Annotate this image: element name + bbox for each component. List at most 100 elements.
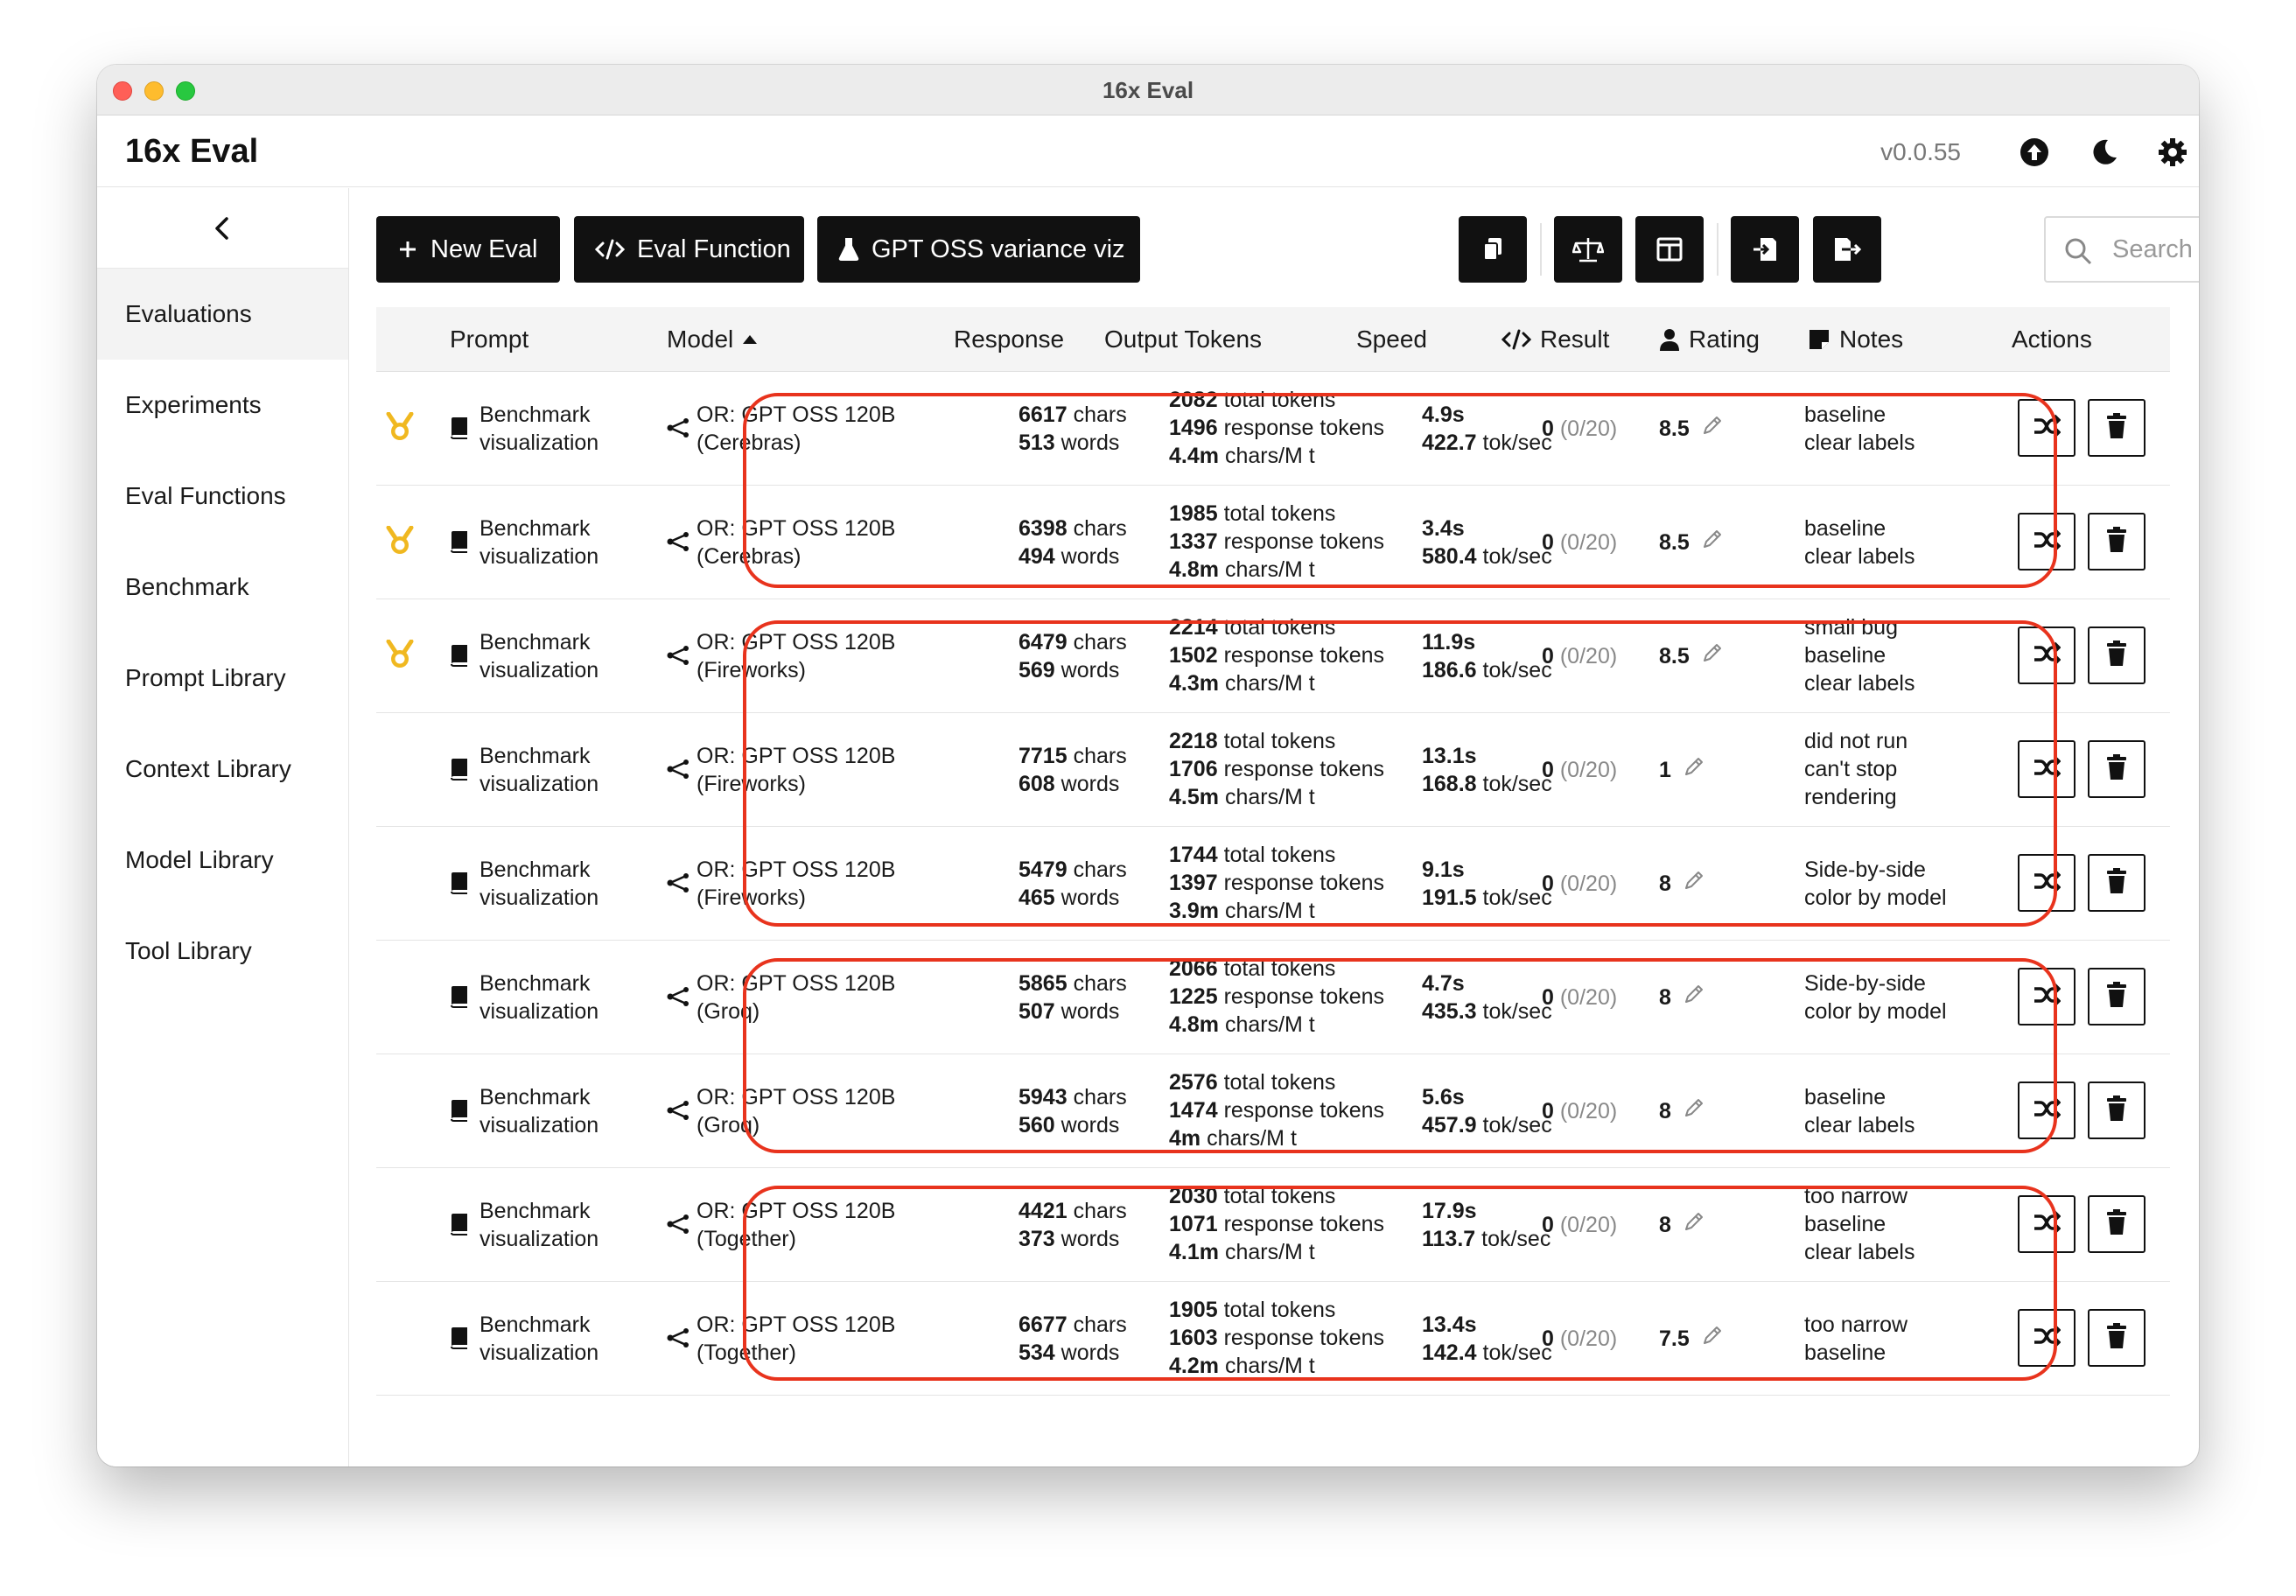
model-cell[interactable]: OR: GPT OSS 120B (Cerebras) [696,401,895,457]
pencil-icon[interactable] [1684,1097,1704,1125]
shuffle-button[interactable] [2018,626,2076,684]
header-actions-label: Actions [2012,326,2092,353]
delete-button[interactable] [2088,740,2146,798]
shuffle-button[interactable] [2018,513,2076,570]
notes-cell[interactable]: Side-by-side color by model [1804,970,1947,1026]
delete-button[interactable] [2088,399,2146,457]
header-rating[interactable]: Rating [1659,307,1760,372]
sidebar-item-evaluations[interactable]: Evaluations [97,269,348,360]
shuffle-button[interactable] [2018,854,2076,912]
delete-button[interactable] [2088,626,2146,684]
notes-cell[interactable]: baseline clear labels [1804,401,1914,457]
prompt-cell[interactable]: Benchmark visualization [480,742,598,798]
pencil-icon[interactable] [1702,1325,1723,1353]
model-cell[interactable]: OR: GPT OSS 120B (Fireworks) [696,742,895,798]
header-response[interactable]: Response [954,307,1064,372]
prompt-cell[interactable]: Benchmark visualization [480,1311,598,1367]
table-row[interactable]: Benchmark visualization OR: GPT OSS 120B (C… [376,486,2170,599]
sidebar-item-experiments[interactable]: Experiments [97,360,348,451]
model-cell[interactable]: OR: GPT OSS 120B (Together) [696,1311,895,1367]
moon-icon[interactable] [2089,136,2120,168]
delete-button[interactable] [2088,1195,2146,1253]
pencil-icon[interactable] [1702,415,1723,443]
shuffle-button[interactable] [2018,740,2076,798]
header-prompt[interactable]: Prompt [450,307,528,372]
model-cell[interactable]: OR: GPT OSS 120B (Together) [696,1197,895,1253]
eval-function-button[interactable]: Eval Function [574,216,804,283]
shuffle-icon [2033,1096,2062,1125]
table-row[interactable]: Benchmark visualization OR: GPT OSS 120B (G… [376,941,2170,1054]
pencil-icon[interactable] [1684,756,1704,784]
model-cell[interactable]: OR: GPT OSS 120B (Fireworks) [696,628,895,684]
copy-button[interactable] [1459,216,1527,283]
shuffle-button[interactable] [2018,1195,2076,1253]
prompt-cell[interactable]: Benchmark visualization [480,401,598,457]
sidebar-item-context-library[interactable]: Context Library [97,724,348,815]
pencil-icon[interactable] [1702,642,1723,670]
model-cell[interactable]: OR: GPT OSS 120B (Groq) [696,1083,895,1139]
delete-button[interactable] [2088,1309,2146,1367]
notes-cell[interactable]: did not run can't stop rendering [1804,727,1908,811]
pencil-icon[interactable] [1684,1211,1704,1239]
table-row[interactable]: Benchmark visualization OR: GPT OSS 120B (T… [376,1282,2170,1396]
import-button[interactable] [1731,216,1799,283]
shuffle-button[interactable] [2018,1309,2076,1367]
pencil-icon[interactable] [1702,528,1723,556]
shuffle-button[interactable] [2018,399,2076,457]
header-result[interactable]: Result [1502,307,1609,372]
gpt-oss-variance-viz-button[interactable]: GPT OSS variance viz [817,216,1140,283]
word-count: 465 [1018,886,1055,910]
table-row[interactable]: Benchmark visualization OR: GPT OSS 120B (F… [376,827,2170,941]
notes-cell[interactable]: too narrow baseline clear labels [1804,1182,1914,1266]
shuffle-button[interactable] [2018,968,2076,1026]
prompt-cell[interactable]: Benchmark visualization [480,970,598,1026]
gear-icon[interactable] [2157,136,2188,168]
export-button[interactable] [1813,216,1881,283]
notes-cell[interactable]: baseline clear labels [1804,514,1914,570]
table-row[interactable]: Benchmark visualization OR: GPT OSS 120B (F… [376,713,2170,827]
collapse-sidebar-button[interactable] [97,188,348,269]
columns-button[interactable] [1635,216,1704,283]
prompt-cell[interactable]: Benchmark visualization [480,514,598,570]
pencil-icon[interactable] [1684,984,1704,1012]
header-output-tokens[interactable]: Output Tokens [1104,307,1262,372]
prompt-cell[interactable]: Benchmark visualization [480,1197,598,1253]
delete-button[interactable] [2088,854,2146,912]
notes-cell[interactable]: too narrow baseline [1804,1311,1908,1367]
search-box[interactable] [2044,216,2199,283]
upload-icon[interactable] [2019,136,2050,168]
model-provider: (Groq) [696,1113,760,1138]
delete-button[interactable] [2088,1082,2146,1139]
prompt-cell[interactable]: Benchmark visualization [480,1083,598,1139]
compare-button[interactable] [1554,216,1622,283]
prompt-cell[interactable]: Benchmark visualization [480,628,598,684]
notes-cell[interactable]: Side-by-side color by model [1804,856,1947,912]
model-cell[interactable]: OR: GPT OSS 120B (Fireworks) [696,856,895,912]
new-eval-button[interactable]: New Eval [376,216,560,283]
header-speed[interactable]: Speed [1356,307,1427,372]
table-row[interactable]: Benchmark visualization OR: GPT OSS 120B (F… [376,599,2170,713]
header-model[interactable]: Model [667,307,758,372]
word-unit: words [1060,1227,1120,1251]
pencil-icon[interactable] [1684,870,1704,898]
sidebar-item-eval-functions[interactable]: Eval Functions [97,451,348,542]
prompt-cell[interactable]: Benchmark visualization [480,856,598,912]
table-row[interactable]: Benchmark visualization OR: GPT OSS 120B (T… [376,1168,2170,1282]
model-cell[interactable]: OR: GPT OSS 120B (Cerebras) [696,514,895,570]
duration: 9.1s [1422,858,1465,882]
sidebar-item-tool-library[interactable]: Tool Library [97,906,348,997]
search-input[interactable] [2112,230,2199,269]
sidebar-item-model-library[interactable]: Model Library [97,815,348,906]
model-cell[interactable]: OR: GPT OSS 120B (Groq) [696,970,895,1026]
table-row[interactable]: Benchmark visualization OR: GPT OSS 120B (G… [376,1054,2170,1168]
table-row[interactable]: Benchmark visualization OR: GPT OSS 120B (C… [376,372,2170,486]
notes-cell[interactable]: small bug baseline clear labels [1804,613,1914,697]
header-notes[interactable]: Notes [1808,307,1903,372]
sidebar-item-benchmark[interactable]: Benchmark [97,542,348,633]
delete-button[interactable] [2088,513,2146,570]
delete-button[interactable] [2088,968,2146,1026]
notes-cell[interactable]: baseline clear labels [1804,1083,1914,1139]
shuffle-button[interactable] [2018,1082,2076,1139]
sidebar-item-prompt-library[interactable]: Prompt Library [97,633,348,724]
total-tokens-unit: total tokens [1223,1184,1336,1208]
